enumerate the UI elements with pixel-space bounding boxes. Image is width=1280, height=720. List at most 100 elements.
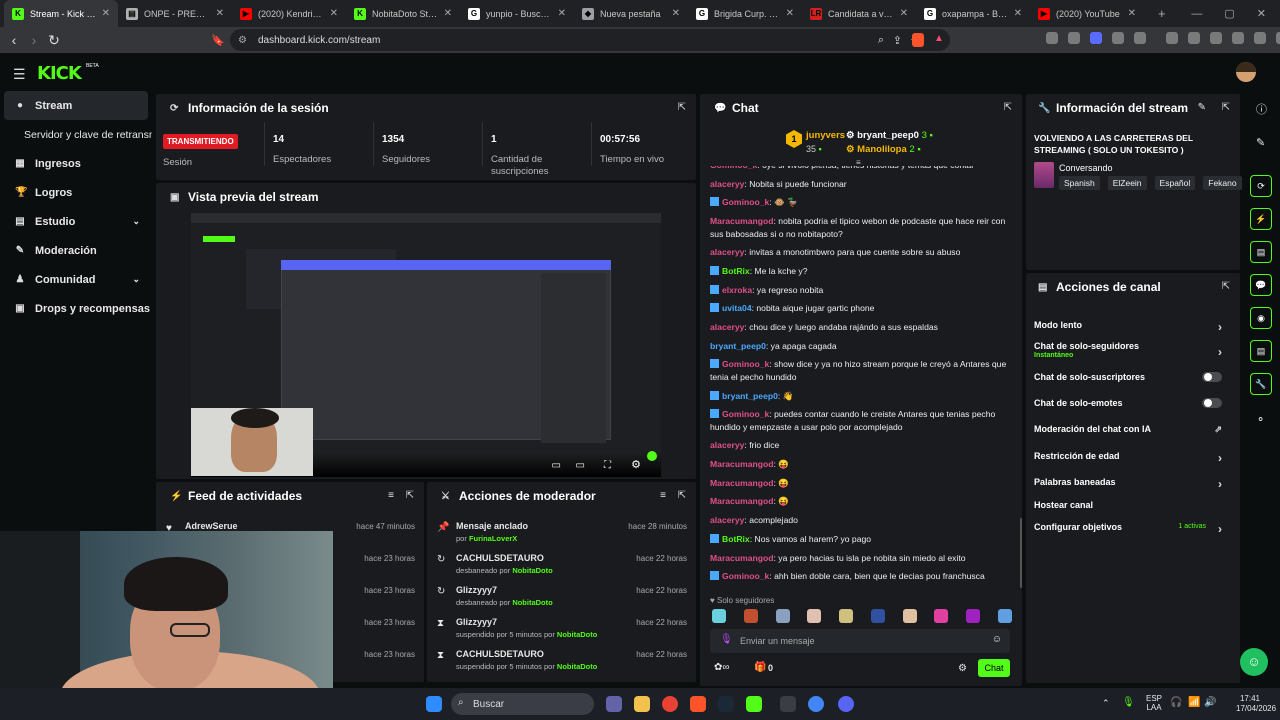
chat-username[interactable]: uvita04 [722, 303, 752, 313]
zoom-icon[interactable]: ⌕ [878, 34, 884, 47]
wifi-icon[interactable]: 📶 [1188, 697, 1200, 708]
app-icon[interactable] [780, 696, 796, 712]
chat-username[interactable]: alaceryy [710, 515, 744, 525]
close-tab-icon[interactable]: ✕ [330, 8, 338, 19]
top-gifter-name[interactable]: junyvers [806, 130, 845, 141]
volume-icon[interactable]: 🔊 [1204, 697, 1216, 708]
channel-action-row[interactable]: Chat de solo-seguidores Instantáneo › [1034, 341, 1230, 361]
chat-message[interactable]: bryant_peep0: 👋 [710, 390, 1008, 402]
chat-username[interactable]: alaceryy [710, 322, 744, 332]
forward-icon[interactable]: › [24, 32, 44, 48]
language-indicator[interactable]: ESP LAA [1146, 694, 1162, 712]
chat-message[interactable]: Gominoo_k: show dice y ya no hizo stream… [710, 358, 1008, 383]
sidebar-item-servidor[interactable]: Servidor y clave de retransmisión [0, 120, 152, 149]
bookmark-icon[interactable]: 🔖 [208, 34, 228, 47]
mic-icon[interactable]: 🎙 [720, 634, 733, 645]
chevron-right-icon[interactable]: › [1218, 477, 1222, 491]
chat-username[interactable]: alaceryy [710, 179, 744, 189]
gift-icon[interactable]: 🎁 [754, 662, 766, 673]
rail-info-icon[interactable]: 🔧 [1250, 373, 1272, 395]
settings-icon[interactable]: ⚙ [631, 458, 641, 471]
chat-message[interactable]: bryant_peep0: ya apaga cagada [710, 340, 1008, 352]
filter-icon[interactable]: ≡ [388, 490, 394, 501]
sidebar-item-moderación[interactable]: ✎ Moderación [0, 236, 152, 265]
teams-icon[interactable] [606, 696, 622, 712]
channel-action-row[interactable]: Moderación del chat con IA ⇗ [1034, 424, 1230, 444]
toggle-switch[interactable] [1202, 372, 1222, 382]
headset-icon[interactable]: 🎧 [1170, 697, 1182, 708]
chat-message[interactable]: Maracumangod: 😝 [710, 477, 1008, 489]
channel-action-row[interactable]: Palabras baneadas › [1034, 477, 1230, 497]
mod-action-user[interactable]: NobitaDoto [512, 566, 552, 575]
chat-username[interactable]: alaceryy [710, 440, 744, 450]
external-link-icon[interactable]: ⇗ [1214, 424, 1222, 435]
close-tab-icon[interactable]: ✕ [216, 8, 224, 19]
start-icon[interactable] [426, 696, 442, 712]
info-icon[interactable]: ⓘ [1256, 101, 1267, 117]
kick-logo[interactable]: KICK [37, 63, 82, 84]
rail-chat-icon[interactable]: 💬 [1250, 274, 1272, 296]
brave-shield-icon[interactable] [912, 33, 924, 47]
rail-session-icon[interactable]: ⟳ [1250, 175, 1272, 197]
sidebar-item-drops[interactable]: ▣ Drops y recompensas [0, 294, 152, 323]
clock[interactable]: 17:41 17/04/2026 [1236, 694, 1276, 714]
chat-username[interactable]: Gominoo_k [722, 571, 769, 581]
extension-icon[interactable] [1134, 32, 1146, 44]
tag-chip[interactable]: ElZeein [1107, 176, 1147, 190]
chat-message[interactable]: alaceryy: acomplejado [710, 514, 1008, 526]
points-icon[interactable]: ✿∞ [714, 662, 730, 673]
chat-message[interactable]: BotRix: Nos vamos al harem? yo pago [710, 533, 1008, 545]
chat-username[interactable]: Maracumangod [710, 553, 774, 563]
mod-action-row[interactable]: ⧗ CACHULSDETAURO suspendido por 5 minutos … [427, 646, 696, 678]
mod-action-user[interactable]: FurinaLoverX [469, 534, 517, 543]
browser-tab[interactable]: ▤ ONPE - PRESENTACIÓN ✕ [118, 0, 232, 27]
popout-icon[interactable]: ⇱ [1222, 102, 1230, 113]
popout-icon[interactable]: ⇱ [1222, 281, 1230, 292]
connect-icon[interactable]: ⚬ [1256, 413, 1265, 426]
category-name[interactable]: Conversando [1059, 163, 1113, 173]
theater-icon[interactable]: ▭ [576, 460, 585, 471]
hamburger-menu-icon[interactable]: ☰ [13, 66, 26, 83]
browser-tab[interactable]: ▶ (2020) Kendrick Lamar ✕ [232, 0, 346, 27]
close-tab-icon[interactable]: ✕ [444, 8, 452, 19]
chat-username[interactable]: Gominoo_k [722, 359, 769, 369]
popout-icon[interactable]: ⇱ [406, 490, 414, 501]
chat-message[interactable]: Maracumangod: 😝 [710, 458, 1008, 470]
chevron-right-icon[interactable]: › [1218, 451, 1222, 465]
user-avatar[interactable] [1236, 62, 1256, 82]
emote-icon[interactable] [902, 609, 917, 623]
chat-username[interactable]: elxroka [722, 285, 752, 295]
chrome-icon[interactable] [662, 696, 678, 712]
edit-icon[interactable]: ✎ [1198, 102, 1206, 113]
emote-icon[interactable] [743, 609, 758, 623]
mic-tray-icon[interactable]: 🎙 [1122, 697, 1135, 708]
chat-message[interactable]: elxroka: ya regreso nobita [710, 284, 1008, 296]
browser-tab[interactable]: K Stream - Kick Dashb ✕ [4, 0, 118, 27]
chat-message[interactable]: BotRix: Me la kche y? [710, 265, 1008, 277]
fullscreen-icon[interactable]: ⛶ [604, 460, 611, 471]
chevron-right-icon[interactable]: › [1218, 345, 1222, 359]
discord-icon[interactable] [838, 696, 854, 712]
close-tab-icon[interactable]: ✕ [102, 8, 110, 19]
channel-action-row[interactable]: Restricción de edad › [1034, 451, 1230, 471]
emote-icon[interactable] [934, 609, 949, 623]
chat-message[interactable]: Gominoo_k: puedes contar cuando le creis… [710, 408, 1008, 433]
channel-action-row[interactable]: Chat de solo-suscriptores [1034, 372, 1230, 392]
popout-icon[interactable]: ⇱ [1004, 102, 1012, 113]
minimize-icon[interactable]: — [1191, 8, 1202, 20]
emote-icon[interactable] [775, 609, 790, 623]
tag-chip[interactable]: Spanish [1059, 176, 1100, 190]
chat-message[interactable]: Maracumangod: nobita podria el tipico we… [710, 215, 1008, 240]
extension-icon[interactable] [1090, 32, 1102, 44]
tag-chip[interactable]: Fekano [1203, 176, 1242, 190]
sidebar-item-ingresos[interactable]: ▦ Ingresos [0, 149, 152, 178]
top-gifter-2[interactable]: ⚙ bryant_peep0 3 ▪ [846, 130, 933, 141]
mod-action-user[interactable]: NobitaDoto [512, 598, 552, 607]
browser-tab[interactable]: G Brigida Curp. - Buscar ✕ [688, 0, 802, 27]
tray-chevron-icon[interactable]: ⌃ [1102, 698, 1110, 709]
chat-message[interactable]: Maracumangod: ya pero hacias tu isla pe … [710, 552, 1008, 564]
kick-app-icon[interactable] [746, 696, 762, 712]
extension-icon[interactable] [1068, 32, 1080, 44]
popout-icon[interactable]: ⇱ [678, 102, 686, 113]
chevron-right-icon[interactable]: › [1218, 522, 1222, 536]
